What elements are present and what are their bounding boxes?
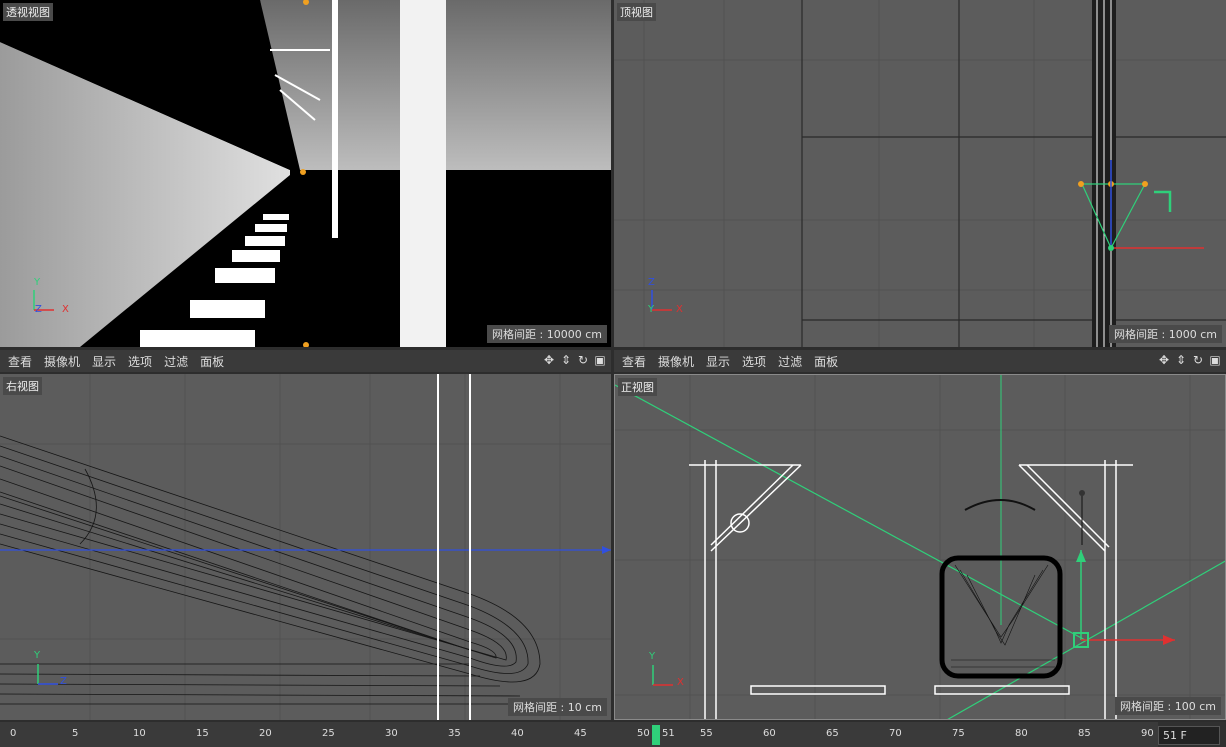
perspective-viewport[interactable]: Y Z X 透视视图 网格间距 : 10000 cm [0, 0, 611, 347]
timeline-tick: 15 [196, 728, 209, 739]
grid-spacing-label: 网格间距 : 100 cm [1115, 697, 1221, 715]
zoom-view-icon[interactable]: ⇕ [559, 353, 573, 367]
timeline-tick: 55 [700, 728, 713, 739]
viewport-title: 正视图 [618, 378, 657, 396]
y-axis-label: Y [34, 650, 41, 661]
menu-display[interactable]: 显示 [706, 353, 730, 370]
timeline-tick: 70 [889, 728, 902, 739]
timeline-tick: 60 [763, 728, 776, 739]
zoom-view-icon[interactable]: ⇕ [1174, 353, 1188, 367]
timeline-tick: 85 [1078, 728, 1091, 739]
menu-view[interactable]: 查看 [622, 353, 646, 370]
current-frame-field[interactable]: 51 F [1158, 726, 1220, 745]
timeline-tick: 65 [826, 728, 839, 739]
timeline-ruler[interactable]: 0 5 10 15 20 25 30 35 40 45 50 55 60 65 … [0, 722, 1158, 747]
viewport-title: 右视图 [3, 377, 42, 395]
timeline-tick: 20 [259, 728, 272, 739]
playhead-frame-label: 51 [662, 728, 675, 739]
y-axis-label: Y [648, 304, 655, 315]
timeline-tick: 75 [952, 728, 965, 739]
timeline-tick: 35 [448, 728, 461, 739]
x-axis-label: X [676, 304, 683, 315]
menu-camera[interactable]: 摄像机 [44, 353, 80, 370]
timeline-tick: 40 [511, 728, 524, 739]
grid-spacing-label: 网格间距 : 1000 cm [1109, 325, 1222, 343]
z-axis-label: Z [60, 676, 67, 687]
menu-display[interactable]: 显示 [92, 353, 116, 370]
timeline-tick: 30 [385, 728, 398, 739]
move-view-icon[interactable]: ✥ [1157, 353, 1171, 367]
x-axis-label: X [62, 304, 69, 315]
menu-panel[interactable]: 面板 [814, 353, 838, 370]
z-axis-label: Z [648, 277, 655, 288]
rotate-view-icon[interactable]: ↻ [576, 353, 590, 367]
timeline-tick: 50 [637, 728, 650, 739]
timeline-tick: 25 [322, 728, 335, 739]
x-axis-label: X [677, 677, 684, 688]
timeline-tick: 0 [10, 728, 17, 739]
viewport-title: 透视视图 [3, 3, 53, 21]
menu-options[interactable]: 选项 [128, 353, 152, 370]
timeline-tick: 90 [1141, 728, 1154, 739]
front-view-menubar: 查看 摄像机 显示 选项 过滤 面板 ✥ ⇕ ↻ ▣ [614, 350, 1226, 372]
perspective-scene [0, 0, 611, 347]
front-viewport[interactable]: Y X 正视图 网格间距 : 100 cm [614, 374, 1226, 720]
timeline-tick: 80 [1015, 728, 1028, 739]
front-scene [615, 375, 1225, 719]
top-viewport[interactable]: Z Y X 顶视图 网格间距 : 1000 cm [614, 0, 1226, 347]
grid-spacing-label: 网格间距 : 10000 cm [487, 325, 607, 343]
right-scene [0, 374, 611, 720]
z-axis-label: Z [35, 304, 42, 315]
timeline-tick: 10 [133, 728, 146, 739]
maximize-view-icon[interactable]: ▣ [593, 353, 607, 367]
right-viewport[interactable]: Y Z 右视图 网格间距 : 10 cm [0, 374, 611, 720]
menu-filter[interactable]: 过滤 [778, 353, 802, 370]
viewport-title: 顶视图 [617, 3, 656, 21]
menu-view[interactable]: 查看 [8, 353, 32, 370]
y-axis-label: Y [34, 277, 41, 288]
rotate-view-icon[interactable]: ↻ [1191, 353, 1205, 367]
playhead[interactable] [652, 725, 660, 745]
menu-panel[interactable]: 面板 [200, 353, 224, 370]
timeline[interactable]: 0 5 10 15 20 25 30 35 40 45 50 55 60 65 … [0, 722, 1226, 747]
timeline-tick: 45 [574, 728, 587, 739]
timeline-tick: 5 [72, 728, 79, 739]
top-scene [614, 0, 1226, 347]
y-axis-label: Y [649, 651, 656, 662]
menu-options[interactable]: 选项 [742, 353, 766, 370]
maximize-view-icon[interactable]: ▣ [1208, 353, 1222, 367]
menu-filter[interactable]: 过滤 [164, 353, 188, 370]
right-view-menubar: 查看 摄像机 显示 选项 过滤 面板 ✥ ⇕ ↻ ▣ [0, 350, 611, 372]
menu-camera[interactable]: 摄像机 [658, 353, 694, 370]
move-view-icon[interactable]: ✥ [542, 353, 556, 367]
grid-spacing-label: 网格间距 : 10 cm [508, 698, 607, 716]
